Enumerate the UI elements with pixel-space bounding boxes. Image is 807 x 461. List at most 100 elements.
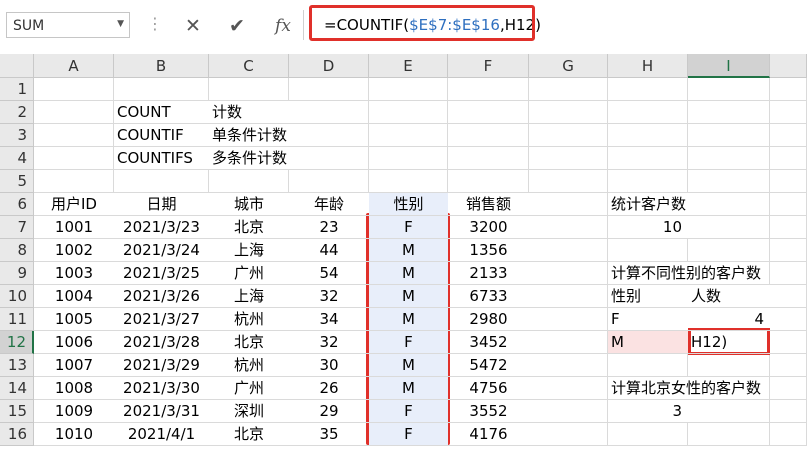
empty-cell[interactable] xyxy=(369,101,448,124)
empty-cell[interactable] xyxy=(688,101,770,124)
empty-cell[interactable] xyxy=(770,377,807,400)
table-cell[interactable]: 2021/4/1 xyxy=(114,423,209,446)
table-cell[interactable]: 1004 xyxy=(34,285,114,308)
table-cell[interactable]: 1001 xyxy=(34,216,114,239)
row-header-10[interactable]: 10 xyxy=(0,285,34,308)
column-header-g[interactable]: G xyxy=(529,54,608,78)
empty-cell[interactable] xyxy=(529,400,608,423)
function-name-cell[interactable]: COUNTIF xyxy=(114,124,209,147)
empty-cell[interactable] xyxy=(688,354,770,377)
table-cell[interactable]: 34 xyxy=(289,308,369,331)
table-cell[interactable]: M xyxy=(369,285,448,308)
table-cell[interactable]: 上海 xyxy=(209,239,289,262)
column-header-b[interactable]: B xyxy=(114,54,209,78)
table-cell[interactable]: 杭州 xyxy=(209,354,289,377)
empty-cell[interactable] xyxy=(608,78,688,101)
table-cell[interactable]: M xyxy=(369,239,448,262)
empty-cell[interactable] xyxy=(34,124,114,147)
empty-cell[interactable] xyxy=(34,101,114,124)
row-header-16[interactable]: 16 xyxy=(0,423,34,446)
table-cell[interactable]: 北京 xyxy=(209,331,289,354)
table-cell[interactable]: 上海 xyxy=(209,285,289,308)
empty-cell[interactable] xyxy=(688,216,770,239)
empty-cell[interactable] xyxy=(529,170,608,193)
empty-cell[interactable] xyxy=(770,147,807,170)
table-cell[interactable]: 26 xyxy=(289,377,369,400)
gender-header-cell[interactable]: 性别 xyxy=(608,285,688,308)
empty-cell[interactable] xyxy=(289,147,369,170)
empty-cell[interactable] xyxy=(529,262,608,285)
row-header-11[interactable]: 11 xyxy=(0,308,34,331)
row-header-1[interactable]: 1 xyxy=(0,78,34,101)
cancel-icon[interactable]: ✕ xyxy=(178,12,208,40)
empty-cell[interactable] xyxy=(369,147,448,170)
table-cell[interactable]: 5472 xyxy=(448,354,529,377)
table-cell[interactable]: 6733 xyxy=(448,285,529,308)
function-desc-cell[interactable]: 多条件计数 xyxy=(209,147,289,170)
table-cell[interactable]: 2021/3/27 xyxy=(114,308,209,331)
empty-cell[interactable] xyxy=(529,354,608,377)
empty-cell[interactable] xyxy=(688,239,770,262)
empty-cell[interactable] xyxy=(529,285,608,308)
table-header-cell[interactable]: 性别 xyxy=(369,193,448,216)
row-header-8[interactable]: 8 xyxy=(0,239,34,262)
empty-cell[interactable] xyxy=(529,124,608,147)
table-cell[interactable]: 54 xyxy=(289,262,369,285)
empty-cell[interactable] xyxy=(608,239,688,262)
empty-cell[interactable] xyxy=(529,216,608,239)
empty-cell[interactable] xyxy=(770,239,807,262)
chevron-down-icon[interactable]: ▼ xyxy=(117,19,124,29)
table-cell[interactable]: 32 xyxy=(289,285,369,308)
empty-cell[interactable] xyxy=(529,78,608,101)
table-cell[interactable]: 30 xyxy=(289,354,369,377)
table-cell[interactable]: 35 xyxy=(289,423,369,446)
total-customers-value[interactable]: 10 xyxy=(608,216,688,239)
table-cell[interactable]: 1003 xyxy=(34,262,114,285)
gender-m-cell[interactable]: M xyxy=(608,331,688,354)
column-header-e[interactable]: E xyxy=(369,54,448,78)
table-cell[interactable]: 1356 xyxy=(448,239,529,262)
table-cell[interactable]: 广州 xyxy=(209,262,289,285)
table-header-cell[interactable]: 城市 xyxy=(209,193,289,216)
column-header-a[interactable]: A xyxy=(34,54,114,78)
column-header-f[interactable]: F xyxy=(448,54,529,78)
table-cell[interactable]: 23 xyxy=(289,216,369,239)
empty-cell[interactable] xyxy=(688,193,770,216)
empty-cell[interactable] xyxy=(608,354,688,377)
function-desc-cell[interactable]: 计数 xyxy=(209,101,289,124)
empty-cell[interactable] xyxy=(688,423,770,446)
table-cell[interactable]: 2133 xyxy=(448,262,529,285)
table-header-cell[interactable]: 年龄 xyxy=(289,193,369,216)
empty-cell[interactable] xyxy=(770,193,807,216)
column-header-d[interactable]: D xyxy=(289,54,369,78)
row-header-3[interactable]: 3 xyxy=(0,124,34,147)
table-header-cell[interactable]: 日期 xyxy=(114,193,209,216)
empty-cell[interactable] xyxy=(529,147,608,170)
empty-cell[interactable] xyxy=(770,170,807,193)
total-customers-label[interactable]: 统计客户数 xyxy=(608,193,688,216)
empty-cell[interactable] xyxy=(770,400,807,423)
table-cell[interactable]: 4756 xyxy=(448,377,529,400)
row-header-12[interactable]: 12 xyxy=(0,331,34,354)
table-cell[interactable]: 1009 xyxy=(34,400,114,423)
empty-cell[interactable] xyxy=(209,170,289,193)
beijing-female-title[interactable]: 计算北京女性的客户数 xyxy=(608,377,761,400)
column-header-i[interactable]: I xyxy=(688,54,770,78)
empty-cell[interactable] xyxy=(448,78,529,101)
function-desc-cell[interactable]: 单条件计数 xyxy=(209,124,289,147)
enter-icon[interactable]: ✔ xyxy=(222,12,252,40)
row-header-13[interactable]: 13 xyxy=(0,354,34,377)
row-header-15[interactable]: 15 xyxy=(0,400,34,423)
row-header-4[interactable]: 4 xyxy=(0,147,34,170)
function-name-cell[interactable]: COUNTIFS xyxy=(114,147,209,170)
table-cell[interactable]: F xyxy=(369,423,448,446)
empty-cell[interactable] xyxy=(289,170,369,193)
empty-cell[interactable] xyxy=(34,170,114,193)
table-cell[interactable]: F xyxy=(369,400,448,423)
empty-cell[interactable] xyxy=(608,147,688,170)
table-cell[interactable]: 2980 xyxy=(448,308,529,331)
empty-cell[interactable] xyxy=(688,170,770,193)
insert-function-icon[interactable]: fx xyxy=(268,12,298,40)
table-cell[interactable]: M xyxy=(369,354,448,377)
empty-cell[interactable] xyxy=(369,78,448,101)
